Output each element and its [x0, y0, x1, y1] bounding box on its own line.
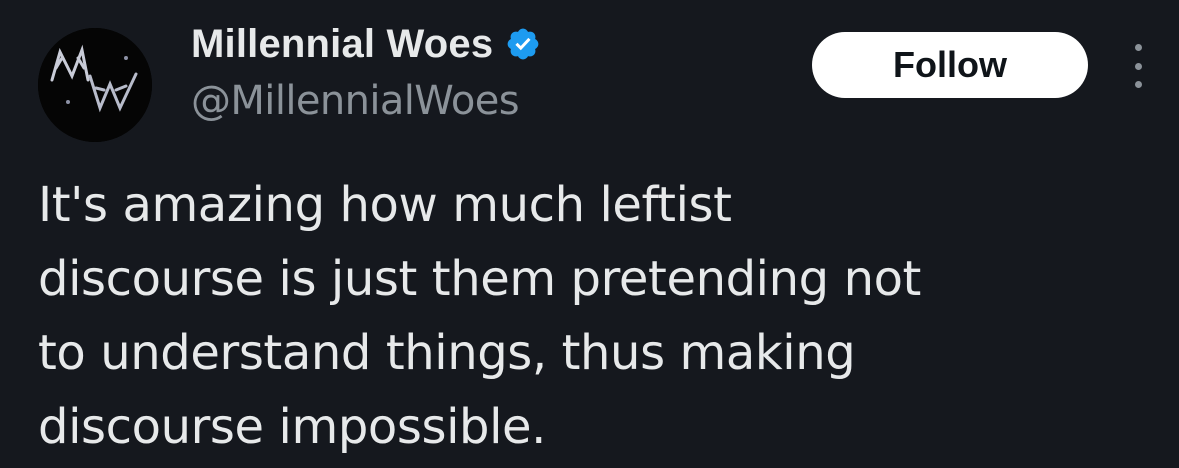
author-name-row[interactable]: Millennial Woes	[191, 16, 541, 72]
more-dot	[1134, 81, 1142, 88]
tweet-card: Millennial Woes @MillennialWoes Follow I…	[0, 0, 1179, 468]
follow-button[interactable]: Follow	[812, 32, 1088, 98]
verified-badge-icon	[507, 28, 539, 60]
display-name[interactable]: Millennial Woes	[191, 22, 493, 67]
more-vertical-icon[interactable]	[1128, 44, 1148, 88]
author-handle[interactable]: @MillennialWoes	[191, 78, 520, 124]
more-dot	[1134, 62, 1142, 70]
millennial-woes-monogram-icon	[38, 28, 152, 142]
avatar[interactable]	[38, 28, 152, 142]
tweet-text: It's amazing how much leftist discourse …	[38, 177, 921, 455]
more-dot	[1134, 44, 1142, 51]
